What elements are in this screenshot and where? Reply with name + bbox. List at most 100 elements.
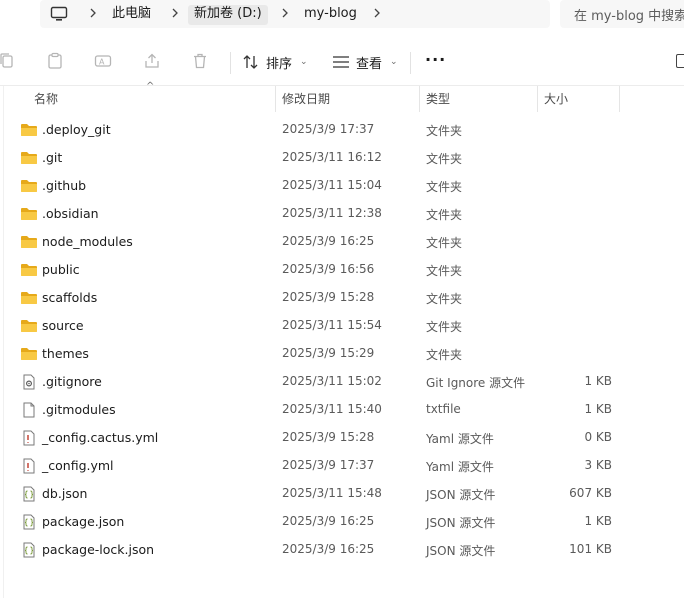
file-type: 文件夹 — [426, 236, 463, 250]
column-header-size-label: 大小 — [544, 92, 569, 106]
file-name: scaffolds — [42, 290, 98, 305]
file-date: 2025/3/11 16:12 — [282, 150, 382, 164]
sort-label: 排序 — [266, 56, 293, 72]
file-type: Git Ignore 源文件 — [426, 376, 526, 390]
column-header-name[interactable]: 名称 — [28, 86, 276, 112]
folder-icon — [20, 122, 38, 138]
delete-icon[interactable] — [191, 52, 209, 70]
chevron-right-icon[interactable] — [280, 7, 290, 19]
file-name: db.json — [42, 486, 88, 501]
file-name: .deploy_git — [42, 122, 111, 137]
file-size: 1 KB — [584, 514, 612, 528]
yaml-file-icon — [20, 458, 38, 474]
view-button[interactable]: 查看 ⌄ — [332, 50, 398, 74]
more-options-button[interactable]: ··· — [425, 50, 446, 69]
file-row[interactable]: .github 2025/3/11 15:04 文件夹 — [0, 172, 684, 200]
column-header-type[interactable]: 类型 — [420, 86, 538, 112]
file-date: 2025/3/11 15:48 — [282, 486, 382, 500]
details-pane-icon[interactable] — [676, 54, 684, 68]
file-type: 文件夹 — [426, 124, 463, 138]
file-name: package-lock.json — [42, 542, 155, 557]
file-size: 1 KB — [584, 374, 612, 388]
file-name: .git — [42, 150, 63, 165]
paste-icon[interactable] — [46, 52, 64, 70]
file-name: .obsidian — [42, 206, 99, 221]
breadcrumb-drive-d[interactable]: 新加卷 (D:) — [188, 5, 268, 25]
yaml-file-icon — [20, 430, 38, 446]
file-row[interactable]: db.json 2025/3/11 15:48 JSON 源文件 607 KB — [0, 480, 684, 508]
address-bar-row: 此电脑 新加卷 (D:) my-blog 在 my-blog 中搜索 — [0, 0, 684, 30]
file-name: public — [42, 262, 80, 277]
gear-file-icon — [20, 374, 38, 390]
chevron-right-icon[interactable] — [88, 7, 98, 19]
file-size: 1 KB — [584, 402, 612, 416]
file-row[interactable]: scaffolds 2025/3/9 15:28 文件夹 — [0, 284, 684, 312]
file-name: _config.yml — [42, 458, 114, 473]
file-date: 2025/3/9 15:28 — [282, 290, 375, 304]
file-type: 文件夹 — [426, 292, 463, 306]
file-row[interactable]: package-lock.json 2025/3/9 16:25 JSON 源文件 1… — [0, 536, 684, 564]
file-name: .gitmodules — [42, 402, 116, 417]
file-date: 2025/3/11 15:54 — [282, 318, 382, 332]
chevron-right-icon[interactable] — [372, 7, 382, 19]
file-date: 2025/3/9 16:56 — [282, 262, 375, 276]
file-name: package.json — [42, 514, 125, 529]
column-header-date-label: 修改日期 — [282, 92, 331, 106]
breadcrumb-my-blog[interactable]: my-blog — [298, 5, 363, 25]
file-row[interactable]: _config.cactus.yml 2025/3/9 15:28 Yaml 源文件… — [0, 424, 684, 452]
file-row[interactable]: source 2025/3/11 15:54 文件夹 — [0, 312, 684, 340]
view-label: 查看 — [356, 56, 383, 72]
column-header-type-label: 类型 — [426, 92, 451, 106]
file-date: 2025/3/9 17:37 — [282, 458, 375, 472]
file-name: _config.cactus.yml — [42, 430, 159, 445]
file-type: txtfile — [426, 402, 461, 416]
file-row[interactable]: _config.yml 2025/3/9 17:37 Yaml 源文件 3 KB — [0, 452, 684, 480]
json-file-icon — [20, 542, 38, 558]
file-row[interactable]: .git 2025/3/11 16:12 文件夹 — [0, 144, 684, 172]
file-type: 文件夹 — [426, 320, 463, 334]
file-date: 2025/3/9 15:28 — [282, 430, 375, 444]
toolbar-divider — [410, 52, 411, 74]
file-row[interactable]: themes 2025/3/9 15:29 文件夹 — [0, 340, 684, 368]
file-row[interactable]: package.json 2025/3/9 16:25 JSON 源文件 1 KB — [0, 508, 684, 536]
chevron-right-icon[interactable] — [170, 7, 180, 19]
rename-icon[interactable]: A — [94, 52, 112, 70]
column-header-size[interactable]: 大小 — [538, 86, 620, 112]
file-date: 2025/3/11 15:04 — [282, 178, 382, 192]
file-date: 2025/3/9 15:29 — [282, 346, 375, 360]
view-list-icon — [333, 56, 349, 68]
file-date: 2025/3/11 12:38 — [282, 206, 382, 220]
file-row[interactable]: node_modules 2025/3/9 16:25 文件夹 — [0, 228, 684, 256]
folder-icon — [20, 346, 38, 362]
folder-icon — [20, 290, 38, 306]
share-icon[interactable] — [143, 52, 161, 70]
file-size: 101 KB — [569, 542, 612, 556]
copy-icon[interactable] — [0, 52, 16, 70]
column-header-date[interactable]: 修改日期 — [276, 86, 420, 112]
file-list: .deploy_git 2025/3/9 17:37 文件夹 .git 2025/3/1… — [0, 116, 684, 564]
file-size: 607 KB — [569, 486, 612, 500]
search-input[interactable]: 在 my-blog 中搜索 — [560, 0, 684, 28]
file-row[interactable]: .gitmodules 2025/3/11 15:40 txtfile 1 KB — [0, 396, 684, 424]
search-placeholder: 在 my-blog 中搜索 — [574, 9, 684, 24]
folder-icon — [20, 234, 38, 250]
file-size: 0 KB — [584, 430, 612, 444]
file-type: JSON 源文件 — [426, 516, 496, 530]
file-type: JSON 源文件 — [426, 544, 496, 558]
sort-button[interactable]: 排序 ⌄ — [242, 50, 308, 74]
breadcrumb-this-pc[interactable]: 此电脑 — [106, 5, 157, 25]
column-header-row: ^ 名称 修改日期 类型 大小 — [0, 81, 684, 112]
file-row[interactable]: .gitignore 2025/3/11 15:02 Git Ignore 源文件 1… — [0, 368, 684, 396]
file-row[interactable]: public 2025/3/9 16:56 文件夹 — [0, 256, 684, 284]
file-row[interactable]: .deploy_git 2025/3/9 17:37 文件夹 — [0, 116, 684, 144]
file-date: 2025/3/9 16:25 — [282, 234, 375, 248]
file-size: 3 KB — [584, 458, 612, 472]
json-file-icon — [20, 486, 38, 502]
file-name: themes — [42, 346, 89, 361]
folder-icon — [20, 206, 38, 222]
this-pc-icon[interactable] — [50, 6, 68, 22]
file-type: 文件夹 — [426, 152, 463, 166]
file-row[interactable]: .obsidian 2025/3/11 12:38 文件夹 — [0, 200, 684, 228]
file-name: .github — [42, 178, 87, 193]
column-header-name-label: 名称 — [34, 92, 59, 106]
